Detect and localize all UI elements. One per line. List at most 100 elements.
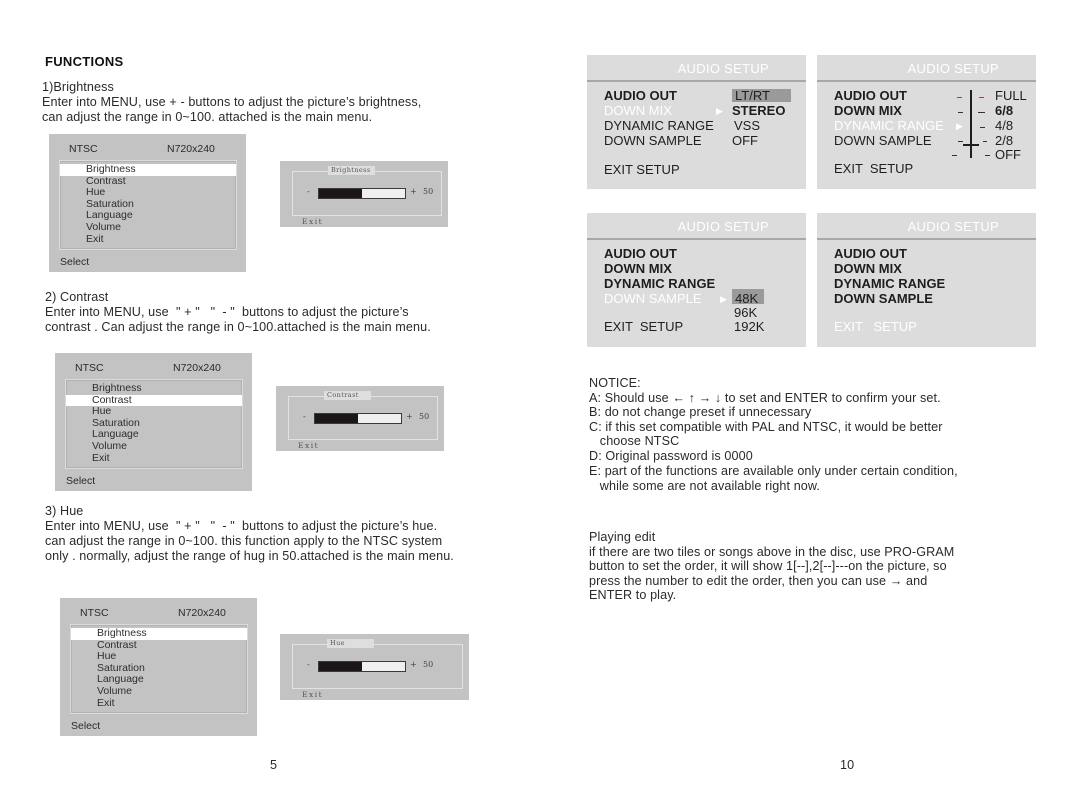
title-divider <box>587 80 806 82</box>
notice-line-c: C: if this set compatible with PAL and N… <box>589 420 943 434</box>
slider-exit[interactable]: Exit <box>298 441 319 450</box>
slider-tick <box>952 155 957 156</box>
menu-item-volume[interactable]: Volume <box>66 440 242 453</box>
slider-plus[interactable]: + <box>410 187 417 196</box>
menu-item-volume[interactable]: Volume <box>60 221 236 234</box>
contrast-text-line-1: Enter into MENU, use " + " " - " buttons… <box>45 305 409 319</box>
option-192k[interactable]: 192K <box>734 319 764 334</box>
audio-row-down-mix[interactable]: DOWN MIX <box>834 261 902 276</box>
audio-row-dynamic-range[interactable]: DYNAMIC RANGE <box>604 118 714 133</box>
option-vss[interactable]: VSS <box>734 118 760 133</box>
audio-setup-title: AUDIO SETUP <box>907 219 999 234</box>
brightness-text-line-1: Enter into MENU, use + - buttons to adju… <box>42 95 422 109</box>
osd-main-menu-contrast: NTSC N720x240 Brightness Contrast Hue Sa… <box>55 353 252 491</box>
osd-resolution-label: N720x240 <box>178 607 226 619</box>
slider-tick <box>979 97 984 98</box>
slider-exit[interactable]: Exit <box>302 217 323 226</box>
audio-row-audio-out[interactable]: AUDIO OUT <box>834 88 907 103</box>
audio-row-down-mix[interactable]: DOWN MIX <box>834 103 902 118</box>
osd-select-label: Select <box>66 475 96 487</box>
option-2-8[interactable]: 2/8 <box>995 133 1013 148</box>
audio-row-down-mix[interactable]: DOWN MIX <box>604 261 672 276</box>
slider-tick <box>983 141 987 142</box>
playing-edit-line-3: press the number to edit the order, then… <box>589 574 928 588</box>
option-48k[interactable]: 48K <box>735 291 758 306</box>
slider-plus[interactable]: + <box>406 412 413 421</box>
contrast-title: 2) Contrast <box>45 290 109 304</box>
option-off[interactable]: OFF <box>732 133 758 148</box>
audio-row-down-sample[interactable]: DOWN SAMPLE <box>834 291 933 306</box>
osd-select-label: Select <box>60 256 90 268</box>
option-off[interactable]: OFF <box>995 147 1021 162</box>
slider-minus[interactable]: - <box>303 412 306 421</box>
audio-row-dynamic-range[interactable]: DYNAMIC RANGE <box>834 118 944 133</box>
hue-text-line-1: Enter into MENU, use " + " " - " buttons… <box>45 519 438 533</box>
option-lt-rt[interactable]: LT/RT <box>735 88 770 103</box>
brightness-slider-panel: Brightness - + 50 Exit <box>280 161 448 227</box>
osd-select-label: Select <box>71 720 101 732</box>
slider-tick <box>958 141 963 142</box>
title-divider <box>817 238 1036 240</box>
option-4-8[interactable]: 4/8 <box>995 118 1013 133</box>
slider-fill <box>319 189 362 198</box>
menu-item-exit[interactable]: Exit <box>60 233 236 246</box>
option-full[interactable]: FULL <box>995 88 1027 103</box>
audio-setup-title: AUDIO SETUP <box>677 61 769 76</box>
slider-minus[interactable]: - <box>307 660 310 669</box>
osd-resolution-label: N720x240 <box>167 143 215 155</box>
page-number-right: 10 <box>840 758 855 772</box>
contrast-text-line-2: contrast . Can adjust the range in 0~100… <box>45 320 431 334</box>
audio-row-audio-out[interactable]: AUDIO OUT <box>604 246 677 261</box>
page-number-left: 5 <box>270 758 278 772</box>
option-stereo[interactable]: STEREO <box>732 103 785 118</box>
osd-resolution-label: N720x240 <box>173 362 221 374</box>
audio-row-exit-setup[interactable]: EXIT SETUP <box>834 161 913 176</box>
menu-item-exit[interactable]: Exit <box>71 697 247 710</box>
audio-row-audio-out[interactable]: AUDIO OUT <box>834 246 907 261</box>
menu-item-brightness[interactable]: Brightness <box>60 163 236 176</box>
notice-line-d: D: Original password is 0000 <box>589 449 753 463</box>
dynamic-range-slider-handle[interactable] <box>963 144 979 146</box>
menu-item-volume[interactable]: Volume <box>71 685 247 698</box>
audio-row-dynamic-range[interactable]: DYNAMIC RANGE <box>604 276 715 291</box>
audio-row-exit-setup[interactable]: EXIT SETUP <box>834 319 917 334</box>
slider-exit[interactable]: Exit <box>302 690 323 699</box>
slider-minus[interactable]: - <box>307 187 310 196</box>
slider-value: 50 <box>423 660 434 669</box>
audio-setup-title: AUDIO SETUP <box>907 61 999 76</box>
audio-row-exit-setup[interactable]: EXIT SETUP <box>604 319 683 334</box>
dynamic-range-slider-track[interactable] <box>970 90 972 158</box>
title-divider <box>587 238 806 240</box>
slider-tick <box>980 127 985 128</box>
audio-row-exit-setup[interactable]: EXIT SETUP <box>604 162 680 177</box>
option-6-8[interactable]: 6/8 <box>995 103 1013 118</box>
audio-row-dynamic-range[interactable]: DYNAMIC RANGE <box>834 276 945 291</box>
audio-row-audio-out[interactable]: AUDIO OUT <box>604 88 677 103</box>
hue-slider-panel: Hue - + 50 Exit <box>280 634 469 700</box>
slider-value: 50 <box>419 412 430 421</box>
audio-row-down-sample[interactable]: DOWN SAMPLE <box>834 133 932 148</box>
playing-edit-line-2: button to set the order, it will show 1[… <box>589 559 947 573</box>
hue-title: 3) Hue <box>45 504 84 518</box>
notice-line-a: A: Should use ← ↑ → ↓ to set and ENTER t… <box>589 391 941 405</box>
slider-fill <box>315 414 358 423</box>
menu-item-brightness[interactable]: Brightness <box>66 382 242 395</box>
menu-item-exit[interactable]: Exit <box>66 452 242 465</box>
hue-slider-bar[interactable] <box>318 661 406 672</box>
slider-tick <box>978 112 985 113</box>
brightness-slider-bar[interactable] <box>318 188 406 199</box>
option-96k[interactable]: 96K <box>734 305 757 320</box>
hue-text-line-2: can adjust the range in 0~100. this func… <box>45 534 443 548</box>
audio-row-down-sample[interactable]: DOWN SAMPLE <box>604 291 702 306</box>
playing-edit-title: Playing edit <box>589 530 656 544</box>
playing-edit-line-4: ENTER to play. <box>589 588 677 602</box>
slider-plus[interactable]: + <box>410 660 417 669</box>
contrast-slider-bar[interactable] <box>314 413 402 424</box>
audio-row-down-mix[interactable]: DOWN MIX <box>604 103 672 118</box>
notice-line-c-cont: choose NTSC <box>589 434 680 448</box>
audio-row-down-sample[interactable]: DOWN SAMPLE <box>604 133 702 148</box>
slider-tick <box>958 112 963 113</box>
menu-item-brightness[interactable]: Brightness <box>71 627 247 640</box>
audio-setup-panel-dynamic-range: AUDIO SETUP AUDIO OUT DOWN MIX DYNAMIC R… <box>817 55 1036 189</box>
slider-tick <box>957 97 962 98</box>
